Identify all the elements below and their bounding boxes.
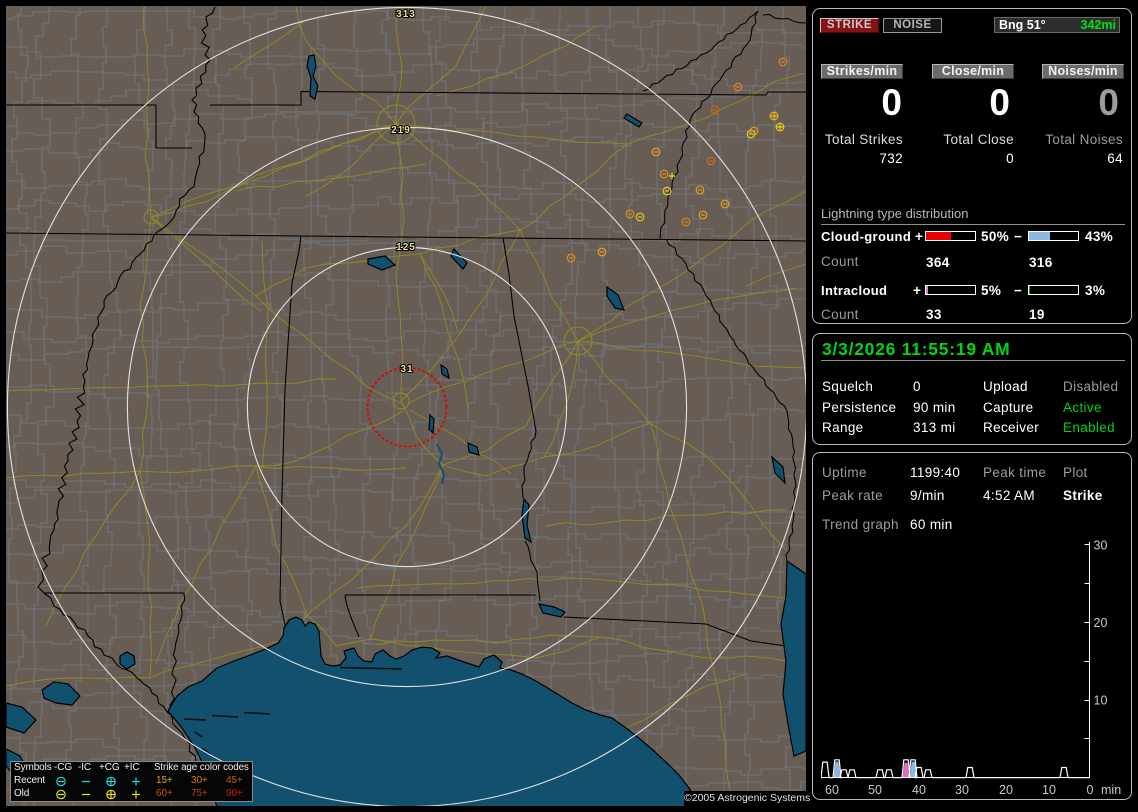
svg-text:20: 20 [1094, 616, 1108, 630]
svg-text:313: 313 [396, 9, 416, 20]
svg-text:10: 10 [1042, 783, 1056, 797]
svg-text:20: 20 [999, 783, 1013, 797]
svg-text:40: 40 [912, 783, 926, 797]
svg-text:219: 219 [391, 125, 411, 136]
svg-text:50: 50 [868, 783, 882, 797]
svg-text:31: 31 [400, 364, 413, 375]
svg-text:60: 60 [825, 783, 839, 797]
svg-text:125: 125 [396, 242, 416, 253]
svg-text:0: 0 [1087, 783, 1094, 797]
svg-text:min: min [1101, 783, 1121, 797]
svg-text:10: 10 [1094, 694, 1108, 708]
svg-text:30: 30 [955, 783, 969, 797]
svg-text:30: 30 [1094, 538, 1108, 552]
